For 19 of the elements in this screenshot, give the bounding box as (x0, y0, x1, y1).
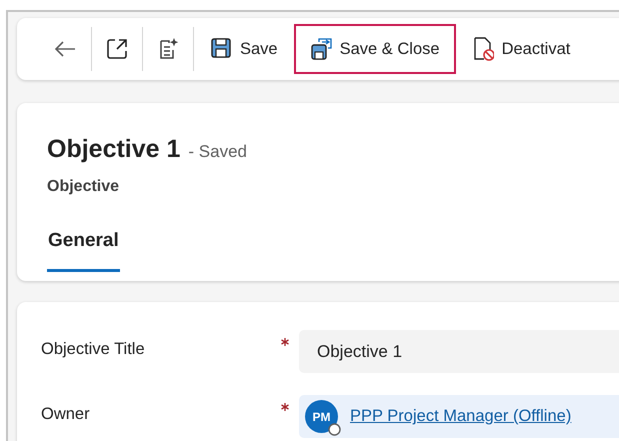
document-blocked-icon (472, 37, 494, 61)
open-new-window-icon (106, 38, 128, 60)
toolbar-button[interactable]: Save (194, 24, 294, 74)
back-arrow-icon (53, 39, 77, 59)
text-field[interactable]: Objective 1 (299, 330, 619, 373)
field-label: Owner (41, 404, 91, 425)
save-status: - Saved (188, 141, 247, 163)
save-close-icon (310, 37, 332, 61)
toolbar-button[interactable]: Deactivat (456, 24, 586, 74)
avatar: PM (305, 400, 338, 433)
owner-link[interactable]: PPP Project Manager (Offline) (350, 404, 572, 429)
lookup-field[interactable]: PM PPP Project Manager (Offline) (299, 395, 619, 438)
form-tab[interactable]: General (47, 226, 120, 272)
entity-name: Objective (47, 176, 120, 196)
field-label: Objective Title (41, 339, 146, 360)
toolbar-button[interactable]: Save & Close (294, 24, 456, 74)
presence-icon (328, 423, 341, 436)
save-icon (210, 37, 232, 61)
record-title: Objective 1 (47, 134, 180, 165)
